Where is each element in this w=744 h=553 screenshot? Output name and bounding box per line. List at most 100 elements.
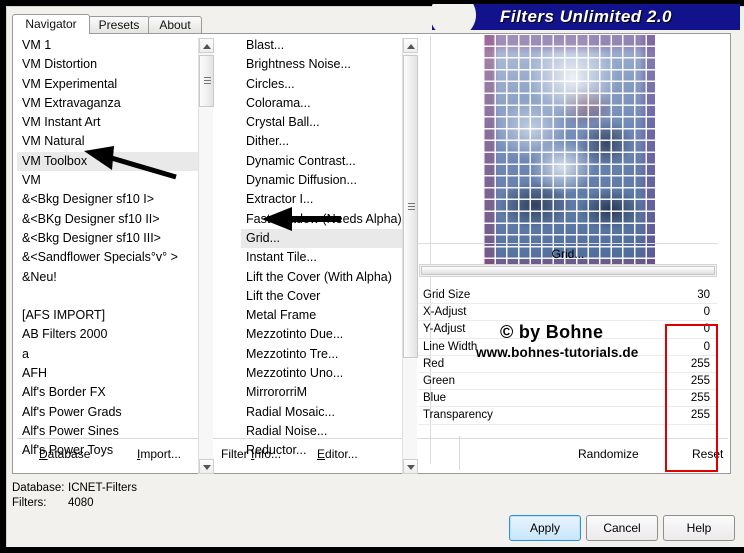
- filter-scroll-down-button[interactable]: [403, 459, 418, 474]
- category-item-label: VM Instant Art: [22, 115, 101, 129]
- tab-about[interactable]: About: [148, 16, 202, 34]
- grip-icon: [204, 77, 211, 85]
- grip-icon: [408, 203, 415, 211]
- tab-about-label: About: [159, 18, 190, 32]
- randomize-button[interactable]: Randomize: [578, 447, 639, 461]
- parameter-value: 255: [691, 373, 710, 389]
- filter-item[interactable]: Dither...: [241, 132, 411, 151]
- settings-horizontal-scrollbar[interactable]: [419, 264, 717, 277]
- category-item-label: VM: [22, 173, 41, 187]
- category-item[interactable]: a: [17, 345, 207, 364]
- tab-navigator-label: Navigator: [25, 17, 76, 31]
- category-scroll-thumb[interactable]: [199, 55, 214, 107]
- filter-item[interactable]: Crystal Ball...: [241, 113, 411, 132]
- category-item[interactable]: VM Experimental: [17, 75, 207, 94]
- import-button[interactable]: Import...: [137, 447, 181, 461]
- cancel-button[interactable]: Cancel: [586, 515, 658, 541]
- category-item[interactable]: VM Natural: [17, 132, 207, 151]
- filter-item[interactable]: Circles...: [241, 75, 411, 94]
- reset-button[interactable]: Reset: [692, 447, 723, 461]
- category-item[interactable]: VM Toolbox: [17, 152, 207, 171]
- preview-image: [483, 35, 655, 271]
- settings-top-divider: [418, 243, 718, 244]
- parameter-value: 0: [704, 304, 710, 320]
- parameter-row[interactable]: Blue 255: [418, 390, 718, 407]
- parameter-label: Y-Adjust: [423, 321, 465, 337]
- settings-hscroll-thumb[interactable]: [421, 266, 715, 275]
- filter-item-label: Dynamic Contrast...: [246, 154, 356, 168]
- category-item[interactable]: VM Instant Art: [17, 113, 207, 132]
- filter-item[interactable]: Dynamic Contrast...: [241, 152, 411, 171]
- filter-item-label: Radial Mosaic...: [246, 405, 335, 419]
- category-item[interactable]: &<BKg Designer sf10 II>: [17, 210, 207, 229]
- triangle-down-icon: [407, 465, 415, 470]
- parameter-row[interactable]: Green255: [418, 373, 718, 390]
- parameter-row[interactable]: Transparency255: [418, 407, 718, 424]
- filter-item[interactable]: Metal Frame: [241, 306, 411, 325]
- filter-item[interactable]: Brightness Noise...: [241, 55, 411, 74]
- parameter-value: 255: [691, 390, 710, 406]
- category-item[interactable]: &<Bkg Designer sf10 I>: [17, 190, 207, 209]
- filter-item-label: Radial Noise...: [246, 424, 327, 438]
- filter-scroll-up-button[interactable]: [403, 38, 418, 53]
- parameter-label: Blue: [423, 390, 446, 406]
- filter-item-label: Mezzotinto Due...: [246, 327, 343, 341]
- category-item[interactable]: &<Bkg Designer sf10 III>: [17, 229, 207, 248]
- filter-item[interactable]: Mezzotinto Tre...: [241, 345, 411, 364]
- category-list-scrollbar[interactable]: [198, 38, 213, 474]
- filter-item[interactable]: Dynamic Diffusion...: [241, 171, 411, 190]
- filter-item[interactable]: Mezzotinto Due...: [241, 325, 411, 344]
- category-item[interactable]: VM Extravaganza: [17, 94, 207, 113]
- filter-item-label: Blast...: [246, 38, 284, 52]
- filter-item[interactable]: Instant Tile...: [241, 248, 411, 267]
- apply-button[interactable]: Apply: [509, 515, 581, 541]
- filter-item-label: Circles...: [246, 77, 295, 91]
- filter-info-button[interactable]: Filter Info...: [221, 447, 281, 461]
- filter-item[interactable]: Radial Mosaic...: [241, 403, 411, 422]
- category-item[interactable]: VM 1: [17, 36, 207, 55]
- category-item-label: VM Experimental: [22, 77, 117, 91]
- category-item[interactable]: VM Distortion: [17, 55, 207, 74]
- category-item[interactable]: AB Filters 2000: [17, 325, 207, 344]
- filters-unlimited-window: Filters Unlimited 2.0 Navigator Presets …: [0, 0, 744, 553]
- category-item[interactable]: [17, 287, 207, 306]
- import-button-label-rest: mport...: [140, 447, 181, 461]
- filter-scroll-thumb[interactable]: [403, 55, 418, 358]
- filter-item[interactable]: Colorama...: [241, 94, 411, 113]
- database-button[interactable]: Database: [39, 447, 90, 461]
- category-item[interactable]: VM: [17, 171, 207, 190]
- filter-list-scrollbar[interactable]: [402, 38, 417, 474]
- watermark-url: www.bohnes-tutorials.de: [476, 345, 638, 360]
- filter-item[interactable]: Fast Shadow (Needs Alpha): [241, 210, 411, 229]
- status-filters-row: Filters:4080: [12, 496, 137, 511]
- category-item-label: Alf's Border FX: [22, 385, 106, 399]
- category-item[interactable]: &Neu!: [17, 268, 207, 287]
- parameter-row[interactable]: Grid Size30: [418, 287, 718, 304]
- status-filters-value: 4080: [68, 497, 94, 509]
- help-button[interactable]: Help: [663, 515, 735, 541]
- category-item-label: &<Bkg Designer sf10 III>: [22, 231, 161, 245]
- filter-list[interactable]: Blast... Brightness Noise... Circles... Col…: [241, 36, 411, 464]
- filter-item[interactable]: Lift the Cover: [241, 287, 411, 306]
- filter-item[interactable]: MirrororriM: [241, 383, 411, 402]
- category-item[interactable]: AFH: [17, 364, 207, 383]
- parameter-label: Transparency: [423, 407, 493, 423]
- category-scroll-down-button[interactable]: [199, 459, 214, 474]
- filter-item[interactable]: Extractor I...: [241, 190, 411, 209]
- filter-item[interactable]: Mezzotinto Uno...: [241, 364, 411, 383]
- category-item[interactable]: [AFS IMPORT]: [17, 306, 207, 325]
- filter-item[interactable]: Grid...: [241, 229, 411, 248]
- category-scroll-up-button[interactable]: [199, 38, 214, 53]
- category-item[interactable]: &<Sandflower Specials°v° >: [17, 248, 207, 267]
- category-item[interactable]: Alf's Border FX: [17, 383, 207, 402]
- filter-item[interactable]: Blast...: [241, 36, 411, 55]
- tab-presets[interactable]: Presets: [88, 16, 150, 34]
- tab-navigator[interactable]: Navigator: [12, 14, 90, 34]
- filter-item[interactable]: Lift the Cover (With Alpha): [241, 268, 411, 287]
- parameter-row[interactable]: X-Adjust0: [418, 304, 718, 321]
- category-item[interactable]: Alf's Power Grads: [17, 403, 207, 422]
- parameter-value: 0: [704, 339, 710, 355]
- category-list[interactable]: VM 1VM Distortion VM Experimental VM Extra…: [17, 36, 207, 464]
- editor-button[interactable]: Editor...: [317, 447, 358, 461]
- category-item-label: VM Extravaganza: [22, 96, 121, 110]
